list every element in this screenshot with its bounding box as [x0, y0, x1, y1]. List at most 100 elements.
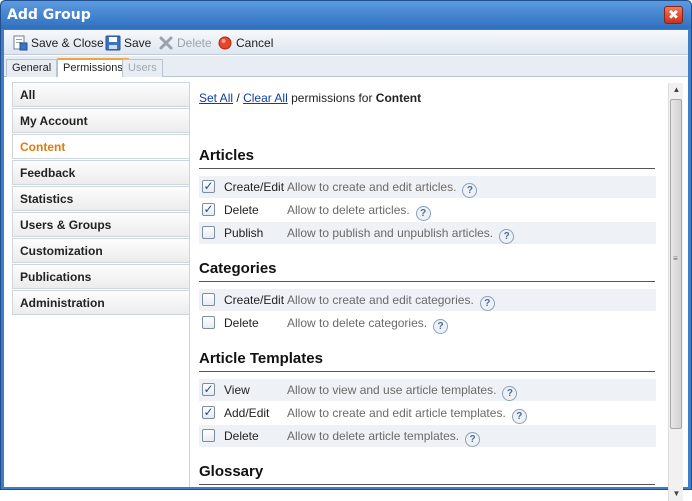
permission-name: Delete: [224, 429, 259, 443]
save-button[interactable]: Save: [105, 34, 151, 51]
permission-description-text: Allow to publish and unpublish articles.: [287, 226, 494, 240]
close-button[interactable]: ✖: [664, 6, 683, 24]
permission-checkbox[interactable]: [202, 429, 215, 442]
permission-description: Allow to create and edit articles.?: [287, 180, 478, 198]
sidebar-item-feedback[interactable]: Feedback: [12, 160, 190, 185]
permission-name: Add/Edit: [224, 406, 270, 420]
permission-checkbox[interactable]: [202, 226, 215, 239]
permission-description-text: Allow to delete article templates.: [287, 429, 460, 443]
permission-row: ✓ Create/Edit Allow to create and edit a…: [199, 176, 656, 198]
help-icon[interactable]: ?: [479, 296, 495, 311]
permission-checkbox[interactable]: [202, 316, 215, 329]
tab-permissions-label: Permissions: [63, 62, 123, 74]
permission-name: Delete: [224, 316, 259, 330]
floppy-disk-icon: [105, 35, 121, 51]
permission-checkbox[interactable]: ✓: [202, 203, 215, 216]
sidebar-item-label: Feedback: [20, 166, 76, 180]
checkmark-icon: ✓: [203, 382, 214, 396]
sidebar-item-customization[interactable]: Customization: [12, 238, 190, 263]
save-close-button[interactable]: Save & Close: [12, 34, 104, 51]
permission-row: Delete Allow to delete article templates…: [199, 425, 656, 447]
section-title: Glossary: [199, 463, 264, 480]
title-bar: Add Group ✖: [1, 1, 691, 29]
toolbar: Save & Close Save Delete Cancel: [4, 30, 688, 55]
permission-name: Create/Edit: [224, 293, 285, 307]
permission-description-text: Allow to create and edit categories.: [287, 293, 474, 307]
sidebar-item-statistics[interactable]: Statistics: [12, 186, 190, 211]
permission-name: Publish: [224, 226, 264, 240]
sidebar-item-label: Publications: [20, 270, 92, 284]
help-icon[interactable]: ?: [511, 409, 527, 424]
cancel-label: Cancel: [236, 35, 274, 50]
delete-x-icon: [158, 35, 174, 51]
sidebar-item-administration[interactable]: Administration: [12, 290, 190, 315]
section-divider: [199, 371, 655, 372]
scroll-down-arrow-icon[interactable]: ▼: [669, 487, 684, 501]
add-group-window: Add Group ✖ Save & Close Save Delete Can…: [0, 0, 692, 501]
permission-description: Allow to delete categories.?: [287, 316, 449, 334]
save-close-icon: [12, 35, 28, 51]
help-icon[interactable]: ?: [415, 206, 431, 221]
permission-description-text: Allow to view and use article templates.: [287, 383, 497, 397]
tab-users[interactable]: Users: [122, 59, 163, 77]
sidebar-item-all[interactable]: All: [12, 82, 190, 107]
sidebar-item-publications[interactable]: Publications: [12, 264, 190, 289]
permission-row: ✓ Delete Allow to delete articles.?: [199, 199, 656, 221]
set-all-link[interactable]: Set All: [199, 91, 233, 105]
permission-description-text: Allow to create and edit article templat…: [287, 406, 506, 420]
section-title: Articles: [199, 147, 255, 164]
permission-checkbox[interactable]: ✓: [202, 406, 215, 419]
sidebar-item-my-account[interactable]: My Account: [12, 108, 190, 133]
help-icon[interactable]: ?: [499, 229, 515, 244]
close-icon: ✖: [668, 7, 679, 22]
permission-description: Allow to delete article templates.?: [287, 429, 481, 447]
permission-row: Delete Allow to delete categories.?: [199, 312, 656, 334]
permission-row: Publish Allow to publish and unpublish a…: [199, 222, 656, 244]
permissions-panel: Set All / Clear All permissions for Cont…: [194, 82, 663, 500]
permission-row: Create/Edit Allow to create and edit cat…: [199, 289, 656, 311]
permission-name: Create/Edit: [224, 180, 285, 194]
tab-permissions[interactable]: Permissions: [57, 58, 129, 77]
permission-checkbox[interactable]: ✓: [202, 180, 215, 193]
permission-description: Allow to create and edit article templat…: [287, 406, 527, 424]
tab-general[interactable]: General: [6, 59, 58, 77]
permission-description: Allow to publish and unpublish articles.…: [287, 226, 515, 244]
link-separator: /: [236, 91, 240, 105]
grip-icon: ≡: [673, 254, 678, 263]
checkmark-icon: ✓: [203, 202, 214, 216]
permission-description: Allow to view and use article templates.…: [287, 383, 518, 401]
sidebar-item-label: Content: [20, 140, 66, 154]
permission-description: Allow to delete articles.?: [287, 203, 431, 221]
section-divider: [199, 484, 655, 485]
help-icon[interactable]: ?: [433, 319, 449, 334]
permissions-for-text: permissions for: [291, 91, 373, 105]
cancel-icon: [217, 35, 233, 51]
permission-checkbox[interactable]: ✓: [202, 383, 215, 396]
clear-all-link[interactable]: Clear All: [243, 91, 288, 105]
tab-users-label: Users: [128, 62, 157, 74]
help-icon[interactable]: ?: [462, 183, 478, 198]
scrollbar-thumb[interactable]: ≡: [670, 99, 682, 429]
sidebar-item-label: All: [20, 88, 36, 102]
delete-button[interactable]: Delete: [158, 34, 212, 51]
tab-general-label: General: [12, 62, 52, 74]
permission-description-text: Allow to delete categories.: [287, 316, 428, 330]
sidebar-item-content[interactable]: Content: [12, 134, 190, 159]
cancel-button[interactable]: Cancel: [217, 34, 273, 51]
help-icon[interactable]: ?: [502, 386, 518, 401]
permission-row: ✓ Add/Edit Allow to create and edit arti…: [199, 402, 656, 424]
save-label: Save: [124, 35, 152, 50]
section-divider: [199, 281, 655, 282]
current-section-name: Content: [375, 91, 422, 105]
tab-bar: General Permissions Users: [4, 56, 688, 77]
window-title: Add Group: [7, 7, 91, 23]
vertical-scrollbar[interactable]: ▲ ≡ ▼: [668, 83, 683, 501]
permission-description-text: Allow to create and edit articles.: [287, 180, 457, 194]
permission-checkbox[interactable]: [202, 293, 215, 306]
sidebar-item-label: Administration: [20, 296, 105, 310]
sidebar-item-users-groups[interactable]: Users & Groups: [12, 212, 190, 237]
section-title: Categories: [199, 260, 277, 277]
scroll-up-arrow-icon[interactable]: ▲: [669, 83, 684, 97]
help-icon[interactable]: ?: [465, 432, 481, 447]
section-title: Article Templates: [199, 350, 323, 367]
